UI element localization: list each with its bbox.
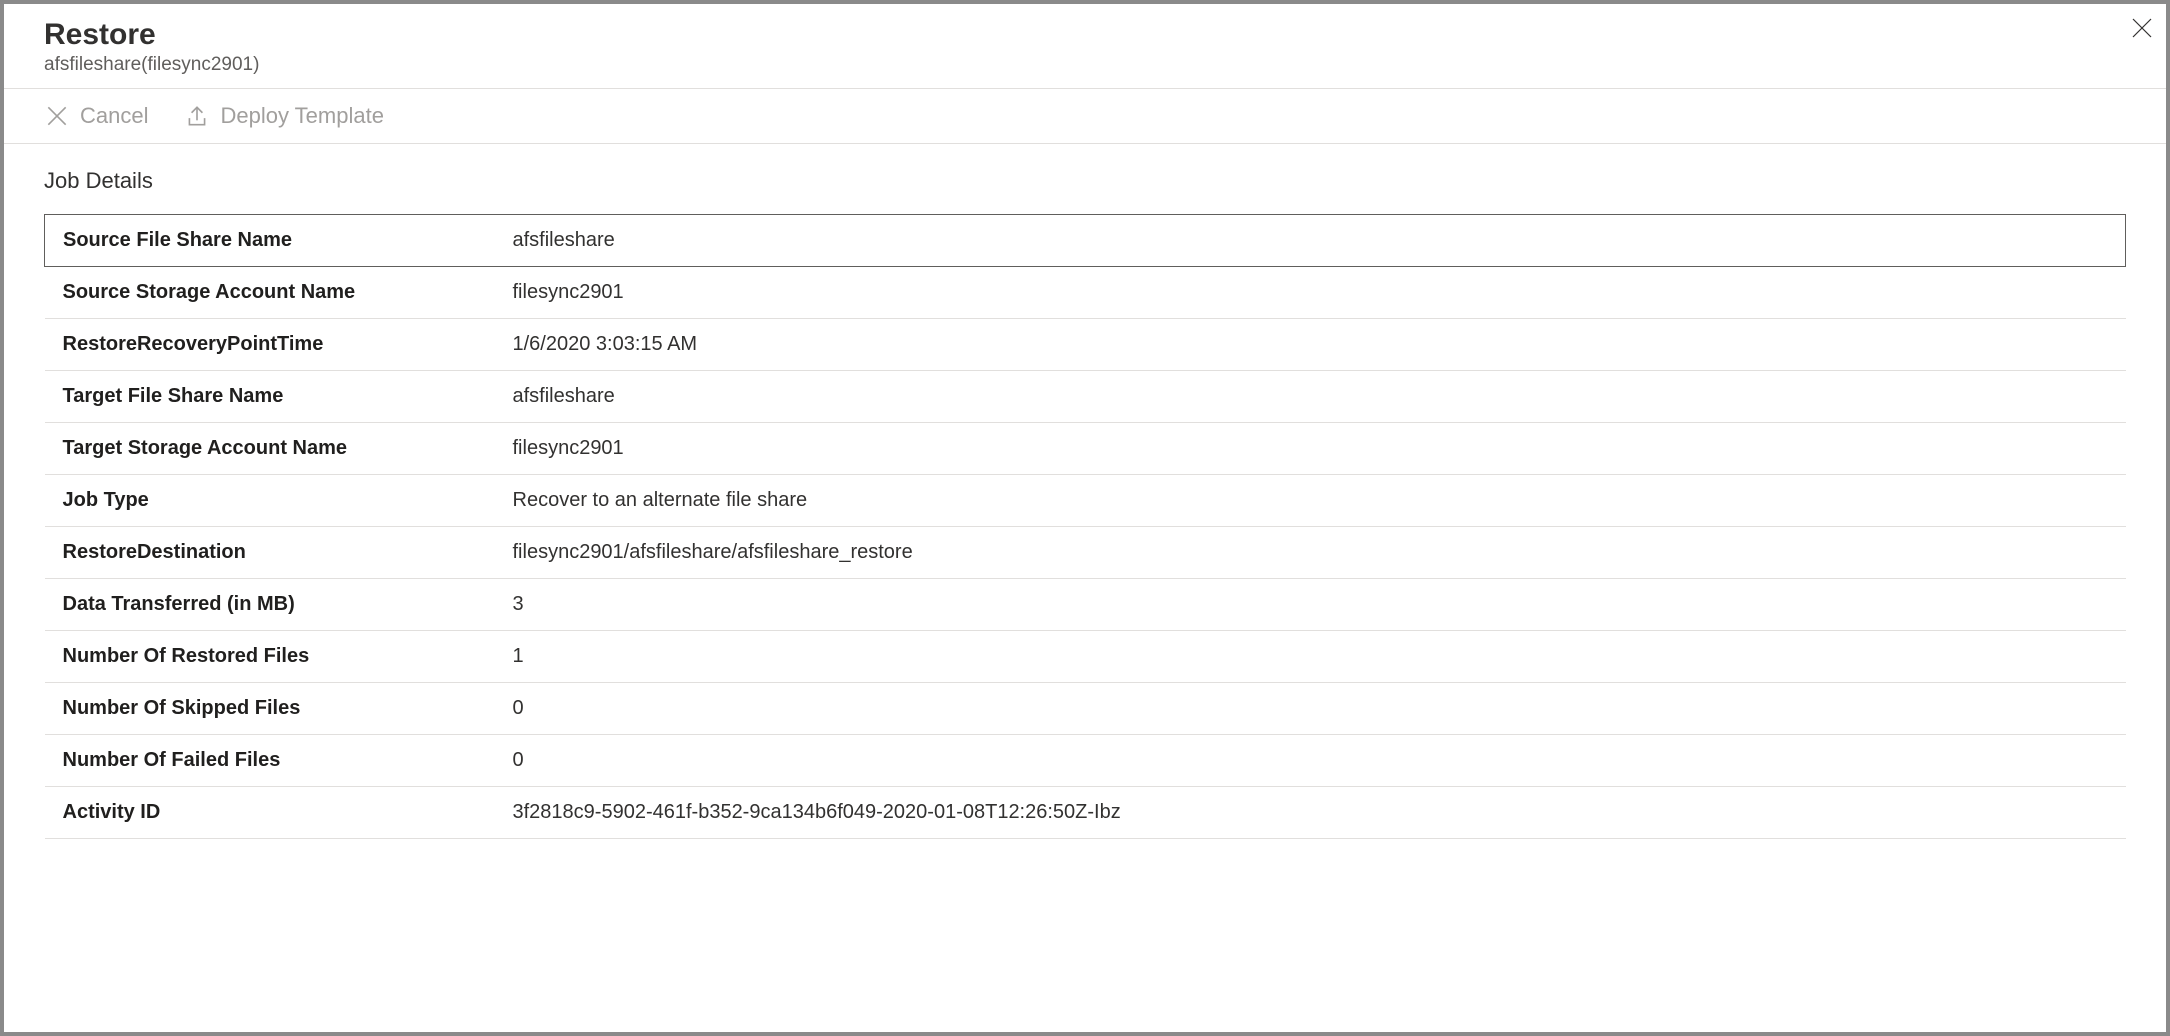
detail-value: 0: [495, 735, 2126, 787]
table-row: Source File Share Nameafsfileshare: [45, 215, 2126, 267]
cancel-icon: [44, 103, 70, 129]
cancel-label: Cancel: [80, 103, 148, 129]
detail-value: afsfileshare: [495, 371, 2126, 423]
content-area: Job Details Source File Share Nameafsfil…: [4, 144, 2166, 863]
detail-value: afsfileshare: [495, 215, 2126, 267]
table-row: RestoreRecoveryPointTime1/6/2020 3:03:15…: [45, 319, 2126, 371]
upload-icon: [184, 103, 210, 129]
page-title: Restore: [44, 18, 2126, 52]
deploy-template-label: Deploy Template: [220, 103, 383, 129]
table-row: RestoreDestinationfilesync2901/afsfilesh…: [45, 527, 2126, 579]
detail-label: Source File Share Name: [45, 215, 495, 267]
detail-label: Number Of Skipped Files: [45, 683, 495, 735]
detail-value: Recover to an alternate file share: [495, 475, 2126, 527]
detail-label: Number Of Restored Files: [45, 631, 495, 683]
detail-label: RestoreDestination: [45, 527, 495, 579]
detail-label: RestoreRecoveryPointTime: [45, 319, 495, 371]
table-row: Number Of Failed Files0: [45, 735, 2126, 787]
detail-value: filesync2901/afsfileshare/afsfileshare_r…: [495, 527, 2126, 579]
deploy-template-button[interactable]: Deploy Template: [184, 103, 383, 129]
detail-value: 3f2818c9-5902-461f-b352-9ca134b6f049-202…: [495, 787, 2126, 839]
table-row: Target Storage Account Namefilesync2901: [45, 423, 2126, 475]
detail-value: 1: [495, 631, 2126, 683]
section-title: Job Details: [44, 168, 2126, 194]
close-icon: [2130, 16, 2154, 40]
table-row: Data Transferred (in MB)3: [45, 579, 2126, 631]
page-subtitle: afsfileshare(filesync2901): [44, 54, 2126, 76]
table-row: Job TypeRecover to an alternate file sha…: [45, 475, 2126, 527]
detail-label: Job Type: [45, 475, 495, 527]
toolbar: Cancel Deploy Template: [4, 88, 2166, 144]
detail-label: Data Transferred (in MB): [45, 579, 495, 631]
close-button[interactable]: [2124, 10, 2160, 46]
detail-label: Source Storage Account Name: [45, 267, 495, 319]
detail-value: filesync2901: [495, 423, 2126, 475]
detail-value: 3: [495, 579, 2126, 631]
detail-value: 0: [495, 683, 2126, 735]
detail-label: Activity ID: [45, 787, 495, 839]
table-row: Source Storage Account Namefilesync2901: [45, 267, 2126, 319]
job-details-table: Source File Share NameafsfileshareSource…: [44, 214, 2126, 839]
detail-value: filesync2901: [495, 267, 2126, 319]
table-row: Target File Share Nameafsfileshare: [45, 371, 2126, 423]
panel-header: Restore afsfileshare(filesync2901): [4, 4, 2166, 88]
detail-label: Target Storage Account Name: [45, 423, 495, 475]
table-row: Activity ID3f2818c9-5902-461f-b352-9ca13…: [45, 787, 2126, 839]
table-row: Number Of Restored Files1: [45, 631, 2126, 683]
table-row: Number Of Skipped Files0: [45, 683, 2126, 735]
detail-value: 1/6/2020 3:03:15 AM: [495, 319, 2126, 371]
detail-label: Target File Share Name: [45, 371, 495, 423]
detail-label: Number Of Failed Files: [45, 735, 495, 787]
cancel-button[interactable]: Cancel: [44, 103, 148, 129]
